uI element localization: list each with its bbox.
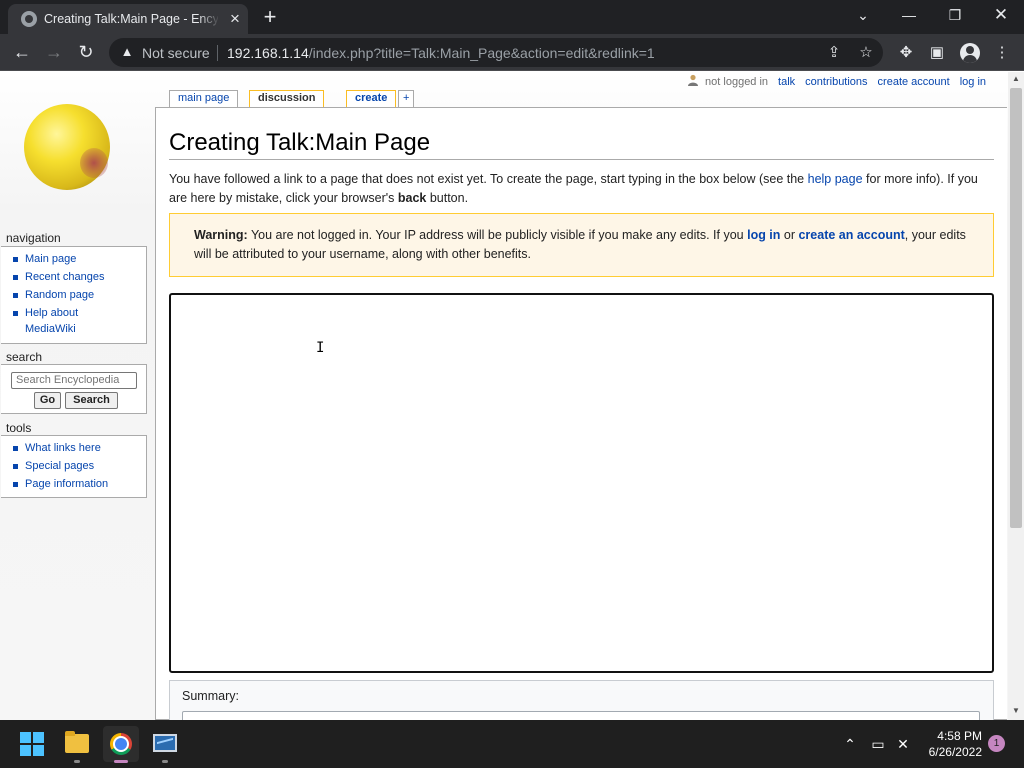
puzzle-icon[interactable]: ✥	[895, 42, 917, 64]
chrome-app[interactable]	[103, 726, 139, 763]
page-viewport: not logged in talk contributions create acc…	[0, 72, 1008, 720]
address-bar[interactable]: ▲ Not secure 192.168.1.14/index.php?titl…	[109, 38, 883, 67]
folder-icon	[65, 731, 89, 753]
security-status[interactable]: Not secure	[142, 45, 210, 61]
nav-item-main-page[interactable]: Main page	[13, 250, 146, 268]
close-window-button[interactable]: ✕	[986, 4, 1016, 26]
volume-muted-icon[interactable]: ✕	[893, 734, 913, 754]
url-text[interactable]: 192.168.1.14/index.php?title=Talk:Main_P…	[227, 45, 655, 61]
url-path: /index.php?title=Talk:Main_Page&action=e…	[308, 45, 655, 61]
edit-textarea[interactable]	[169, 293, 994, 673]
search-input[interactable]: Search Encyclopedia	[11, 372, 137, 389]
intro-part-3: button.	[426, 191, 469, 205]
chevron-up-icon[interactable]: ⌃	[840, 734, 860, 754]
warning-label: Warning:	[194, 228, 248, 242]
minimize-window-button[interactable]: —	[894, 4, 924, 26]
intro-back-bold: back	[397, 191, 427, 205]
globe-favicon-icon	[21, 11, 37, 27]
intro-text: You have followed a link to a page that …	[169, 170, 997, 208]
nav-item-help-line1: Help about	[25, 307, 79, 319]
page-title: Creating Talk:Main Page	[169, 129, 994, 160]
resource-monitor-app[interactable]	[147, 726, 183, 763]
tools-item-what-links-here[interactable]: What links here	[13, 439, 146, 457]
tab-add-section[interactable]: +	[398, 90, 415, 107]
clock-date: 6/26/2022	[928, 745, 982, 759]
intro-part-1: You have followed a link to a page that …	[169, 172, 808, 186]
tab-title: Creating Talk:Main Page - Encyclopedia	[44, 12, 218, 26]
nav-item-random-page[interactable]: Random page	[13, 286, 146, 304]
nav-item-help-line2: MediaWiki	[25, 323, 76, 335]
close-tab-icon[interactable]: ×	[226, 10, 244, 28]
new-tab-button[interactable]: +	[259, 6, 281, 28]
tab-title-fade	[198, 8, 220, 30]
forward-arrow-icon[interactable]: →	[42, 40, 66, 64]
log-in-link[interactable]: log in	[960, 76, 986, 88]
tools-portlet: What links here Special pages Page infor…	[1, 435, 147, 498]
monitor-chart-icon	[153, 734, 177, 752]
network-icon[interactable]: ▭	[868, 734, 888, 754]
help-page-link[interactable]: help page	[808, 172, 863, 186]
warning-create-account-link[interactable]: create an account	[798, 228, 904, 242]
warning-box: Warning: You are not logged in. Your IP …	[169, 213, 994, 277]
tab-search-chevron-icon[interactable]: ⌄	[848, 4, 878, 26]
edit-options: Summary:	[169, 680, 994, 720]
personal-tools: not logged in talk contributions create acc…	[687, 73, 986, 88]
system-clock[interactable]: 4:58 PM 6/26/2022	[922, 728, 982, 760]
clock-time: 4:58 PM	[937, 729, 982, 743]
tools-item-special-pages[interactable]: Special pages	[13, 457, 146, 475]
go-button[interactable]: Go	[34, 392, 61, 409]
scroll-down-arrow-icon[interactable]: ▼	[1012, 706, 1020, 715]
reload-icon[interactable]: ↻	[74, 40, 98, 64]
search-heading: search	[6, 350, 43, 364]
navigation-portlet: Main page Recent changes Random page Hel…	[1, 246, 147, 344]
star-icon[interactable]: ☆	[856, 43, 876, 63]
restore-window-button[interactable]: ❐	[940, 4, 970, 26]
user-icon	[688, 74, 699, 86]
text-cursor-icon: I	[316, 340, 325, 356]
tab-create[interactable]: create	[346, 90, 397, 107]
tab-main-page[interactable]: main page	[169, 90, 239, 107]
chrome-icon	[110, 733, 132, 755]
create-account-link[interactable]: create account	[878, 76, 950, 88]
browser-titlebar: Creating Talk:Main Page - Encyclopedia ×…	[0, 0, 1024, 34]
page-scrollbar[interactable]: ▲ ▼	[1008, 72, 1024, 720]
search-portlet: Search Encyclopedia Go Search	[1, 364, 147, 414]
browser-tab-active[interactable]: Creating Talk:Main Page - Encyclopedia ×	[8, 4, 248, 34]
share-icon[interactable]: ⇪	[824, 43, 844, 63]
content-area: Creating Talk:Main Page You have followe…	[155, 107, 1007, 720]
talk-link[interactable]: talk	[778, 76, 795, 88]
summary-input[interactable]	[182, 711, 980, 720]
scrollbar-thumb[interactable]	[1010, 88, 1022, 528]
app-running-indicator	[162, 760, 168, 763]
summary-label: Summary:	[182, 689, 239, 703]
app-running-indicator	[74, 760, 80, 763]
warning-triangle-icon[interactable]: ▲	[119, 44, 135, 60]
notification-badge[interactable]: 1	[988, 735, 1005, 752]
search-button[interactable]: Search	[65, 392, 118, 409]
site-logo[interactable]	[24, 104, 110, 190]
scroll-up-arrow-icon[interactable]: ▲	[1012, 74, 1020, 83]
app-active-indicator	[114, 760, 128, 763]
kebab-menu-icon[interactable]: ⋮	[991, 42, 1013, 64]
browser-toolbar: ← → ↻ ▲ Not secure 192.168.1.14/index.ph…	[0, 34, 1024, 71]
not-logged-in-label: not logged in	[705, 76, 769, 88]
tab-discussion[interactable]: discussion	[249, 90, 325, 108]
warning-login-link[interactable]: log in	[747, 228, 780, 242]
navigation-heading: navigation	[6, 231, 61, 245]
profile-icon[interactable]	[960, 43, 980, 63]
nav-item-help[interactable]: Help about MediaWiki	[13, 304, 146, 337]
tools-item-page-information[interactable]: Page information	[13, 475, 146, 493]
back-arrow-icon[interactable]: ←	[10, 40, 34, 64]
omnibox-divider	[217, 45, 218, 61]
side-panel-icon[interactable]: ▣	[926, 42, 948, 64]
file-explorer-app[interactable]	[59, 726, 95, 763]
windows-taskbar: ⌃ ▭ ✕ 4:58 PM 6/26/2022 1	[0, 720, 1024, 768]
warning-text-2: or	[780, 228, 799, 242]
url-host: 192.168.1.14	[227, 45, 309, 61]
tools-heading: tools	[6, 421, 32, 435]
warning-text-1: You are not logged in. Your IP address w…	[247, 228, 748, 242]
contributions-link[interactable]: contributions	[805, 76, 867, 88]
nav-item-recent-changes[interactable]: Recent changes	[13, 268, 146, 286]
windows-start-icon[interactable]	[20, 732, 44, 756]
